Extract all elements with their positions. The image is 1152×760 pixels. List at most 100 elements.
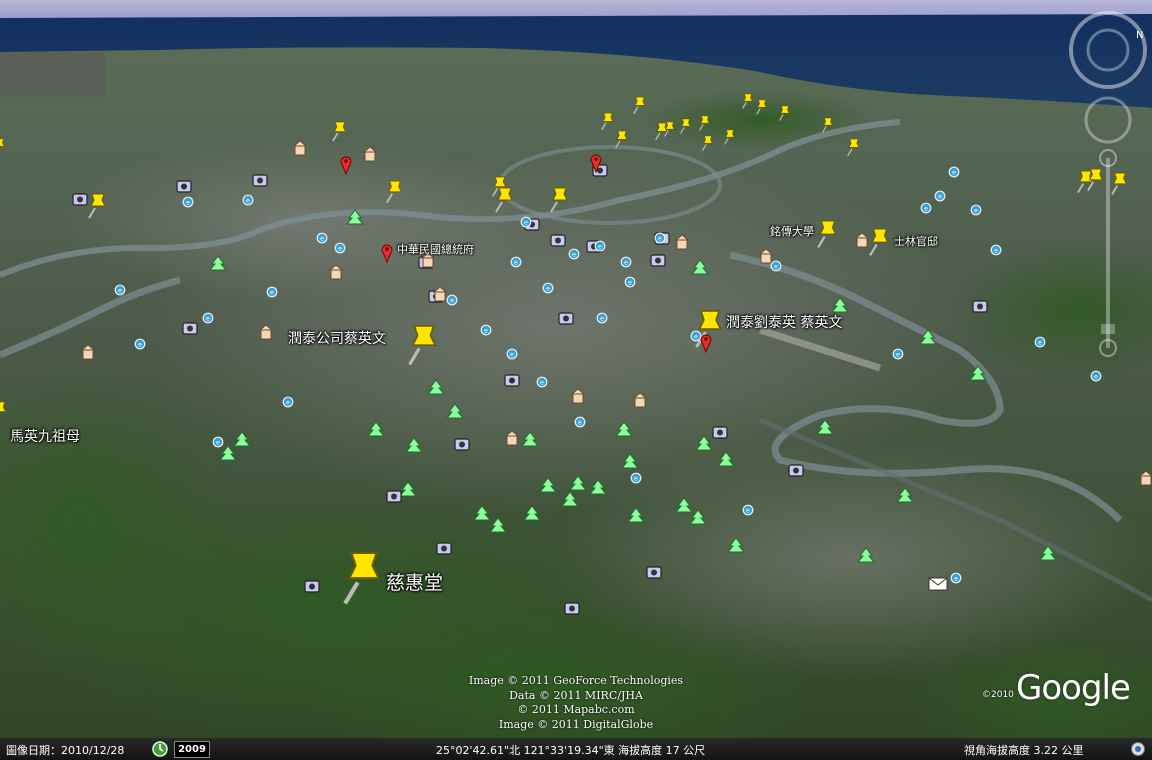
- park-tree-icon[interactable]: [815, 419, 835, 435]
- red-place-pin-icon[interactable]: [381, 244, 393, 264]
- photo-camera-icon[interactable]: [550, 234, 566, 247]
- wikipedia-globe-icon[interactable]: e: [1090, 370, 1102, 382]
- place-label-shilin-residence[interactable]: 士林官邸: [894, 233, 938, 249]
- pushpin-icon[interactable]: [702, 135, 713, 151]
- park-tree-icon[interactable]: [568, 475, 588, 491]
- wikipedia-globe-icon[interactable]: e: [920, 202, 932, 214]
- park-tree-icon[interactable]: [856, 547, 876, 563]
- pushpin-icon[interactable]: [779, 105, 790, 121]
- wikipedia-globe-icon[interactable]: e: [510, 256, 522, 268]
- park-tree-icon[interactable]: [674, 497, 694, 513]
- wikipedia-globe-icon[interactable]: e: [770, 260, 782, 272]
- look-compass-icon[interactable]: N: [1069, 11, 1147, 89]
- wikipedia-globe-icon[interactable]: e: [1034, 336, 1046, 348]
- photo-camera-icon[interactable]: [558, 312, 574, 325]
- park-tree-icon[interactable]: [830, 297, 850, 313]
- park-tree-icon[interactable]: [445, 403, 465, 419]
- park-tree-icon[interactable]: [626, 507, 646, 523]
- wikipedia-globe-icon[interactable]: e: [282, 396, 294, 408]
- pushpin-icon[interactable]: [88, 193, 106, 219]
- photo-camera-icon[interactable]: [504, 374, 520, 387]
- wikipedia-globe-icon[interactable]: e: [568, 248, 580, 260]
- building-icon[interactable]: [328, 264, 344, 280]
- wikipedia-globe-icon[interactable]: e: [620, 256, 632, 268]
- building-icon[interactable]: [674, 234, 690, 250]
- historical-imagery-clock-icon[interactable]: [151, 740, 169, 758]
- wikipedia-globe-icon[interactable]: e: [202, 312, 214, 324]
- park-tree-icon[interactable]: [218, 445, 238, 461]
- historical-imagery-year[interactable]: 2009: [174, 741, 210, 758]
- wikipedia-globe-icon[interactable]: e: [654, 232, 666, 244]
- park-tree-icon[interactable]: [538, 477, 558, 493]
- photo-camera-icon[interactable]: [650, 254, 666, 267]
- pushpin-icon[interactable]: [495, 187, 513, 213]
- pushpin-icon[interactable]: [822, 117, 833, 133]
- building-icon[interactable]: [632, 392, 648, 408]
- wikipedia-globe-icon[interactable]: e: [242, 194, 254, 206]
- park-tree-icon[interactable]: [690, 259, 710, 275]
- photo-camera-icon[interactable]: [646, 566, 662, 579]
- photo-camera-icon[interactable]: [182, 322, 198, 335]
- photo-camera-icon[interactable]: [72, 193, 88, 206]
- wikipedia-globe-icon[interactable]: e: [970, 204, 982, 216]
- red-place-pin-icon[interactable]: [340, 156, 352, 176]
- photo-camera-icon[interactable]: [564, 602, 580, 615]
- park-tree-icon[interactable]: [520, 431, 540, 447]
- park-tree-icon[interactable]: [208, 255, 228, 271]
- wikipedia-globe-icon[interactable]: e: [266, 286, 278, 298]
- wikipedia-globe-icon[interactable]: e: [536, 376, 548, 388]
- photo-camera-icon[interactable]: [712, 426, 728, 439]
- pushpin-icon[interactable]: [343, 551, 381, 605]
- building-icon[interactable]: [570, 388, 586, 404]
- wikipedia-globe-icon[interactable]: e: [446, 294, 458, 306]
- pushpin-icon[interactable]: [386, 180, 403, 204]
- park-tree-icon[interactable]: [366, 421, 386, 437]
- park-tree-icon[interactable]: [726, 537, 746, 553]
- pushpin-icon[interactable]: [633, 96, 646, 115]
- photo-camera-icon[interactable]: [972, 300, 988, 313]
- pushpin-icon[interactable]: [408, 325, 437, 366]
- pushpin-icon[interactable]: [0, 401, 7, 421]
- park-tree-icon[interactable]: [560, 491, 580, 507]
- wikipedia-globe-icon[interactable]: e: [542, 282, 554, 294]
- park-tree-icon[interactable]: [588, 479, 608, 495]
- park-tree-icon[interactable]: [968, 365, 988, 381]
- building-icon[interactable]: [258, 324, 274, 340]
- move-joystick-icon[interactable]: [1084, 96, 1132, 144]
- pushpin-icon[interactable]: [724, 129, 735, 145]
- building-icon[interactable]: [80, 344, 96, 360]
- wikipedia-globe-icon[interactable]: e: [630, 472, 642, 484]
- building-icon[interactable]: [362, 146, 378, 162]
- park-tree-icon[interactable]: [488, 517, 508, 533]
- place-label-runtai-liu[interactable]: 潤泰劉泰英 蔡英文: [726, 312, 842, 332]
- park-tree-icon[interactable]: [918, 329, 938, 345]
- park-tree-icon[interactable]: [522, 505, 542, 521]
- park-tree-icon[interactable]: [472, 505, 492, 521]
- pushpin-icon[interactable]: [699, 115, 710, 131]
- wikipedia-globe-icon[interactable]: e: [990, 244, 1002, 256]
- satellite-map-view[interactable]: e e e e e e e e e e e e e e e e e e e e e e e e e e e e e e e e e e e e e 慈惠…: [0, 0, 1152, 760]
- wikipedia-globe-icon[interactable]: e: [480, 324, 492, 336]
- wikipedia-globe-icon[interactable]: e: [624, 276, 636, 288]
- park-tree-icon[interactable]: [345, 209, 365, 225]
- park-tree-icon[interactable]: [716, 451, 736, 467]
- place-label-presidential-office[interactable]: 中華民國總統府: [397, 241, 474, 257]
- park-tree-icon[interactable]: [1038, 545, 1058, 561]
- wikipedia-globe-icon[interactable]: e: [182, 196, 194, 208]
- wikipedia-globe-icon[interactable]: e: [134, 338, 146, 350]
- park-tree-icon[interactable]: [614, 421, 634, 437]
- wikipedia-globe-icon[interactable]: e: [690, 330, 702, 342]
- photo-camera-icon[interactable]: [788, 464, 804, 477]
- red-place-pin-icon[interactable]: [700, 334, 712, 354]
- place-label-cihui-hall[interactable]: 慈惠堂: [386, 568, 443, 595]
- building-icon[interactable]: [432, 286, 448, 302]
- park-tree-icon[interactable]: [694, 435, 714, 451]
- pushpin-icon[interactable]: [332, 121, 347, 142]
- place-label-ma-grandmother[interactable]: 馬英九祖母: [10, 426, 80, 446]
- building-icon[interactable]: [504, 430, 520, 446]
- pushpin-icon[interactable]: [742, 93, 753, 109]
- park-tree-icon[interactable]: [426, 379, 446, 395]
- pushpin-icon[interactable]: [756, 99, 767, 115]
- wikipedia-globe-icon[interactable]: e: [574, 416, 586, 428]
- pushpin-icon[interactable]: [847, 138, 860, 157]
